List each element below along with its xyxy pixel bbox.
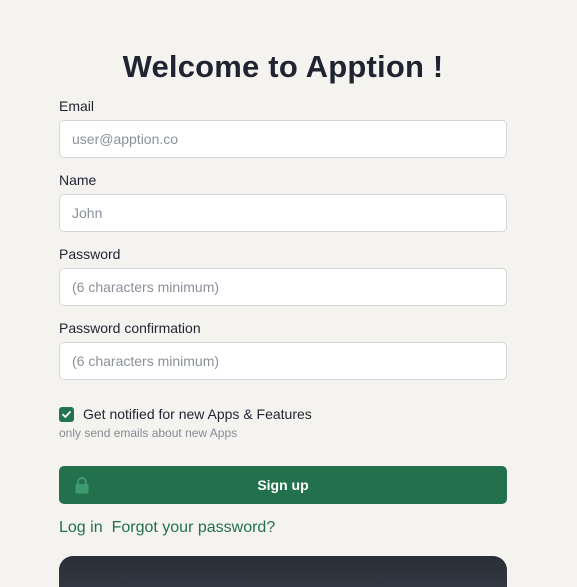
email-field[interactable] — [59, 120, 507, 158]
log-in-link[interactable]: Log in — [59, 517, 103, 539]
signup-page: Welcome to Apption ! Email Name Password… — [0, 0, 577, 587]
signup-form: Email Name Password Password confirmatio… — [59, 96, 507, 392]
password-field[interactable] — [59, 268, 507, 306]
email-label: Email — [59, 98, 95, 114]
notify-help-text: only send emails about new Apps — [59, 426, 238, 440]
check-icon — [62, 410, 71, 418]
notify-label: Get notified for new Apps & Features — [83, 406, 312, 422]
password-confirmation-field[interactable] — [59, 342, 507, 380]
name-field[interactable] — [59, 194, 507, 232]
preview-card — [59, 556, 507, 587]
lock-icon — [75, 477, 89, 494]
name-label: Name — [59, 172, 97, 188]
notify-checkbox[interactable] — [59, 406, 74, 422]
forgot-password-link[interactable]: Forgot your password? — [112, 517, 276, 539]
sign-up-button[interactable]: Sign up — [59, 466, 507, 504]
auth-links: Log in Forgot your password? — [59, 517, 275, 539]
page-title: Welcome to Apption ! — [122, 48, 444, 84]
password-confirmation-label: Password confirmation — [59, 320, 201, 336]
notify-option[interactable]: Get notified for new Apps & Features — [59, 404, 312, 424]
password-label: Password — [59, 246, 121, 262]
sign-up-label: Sign up — [257, 477, 309, 493]
